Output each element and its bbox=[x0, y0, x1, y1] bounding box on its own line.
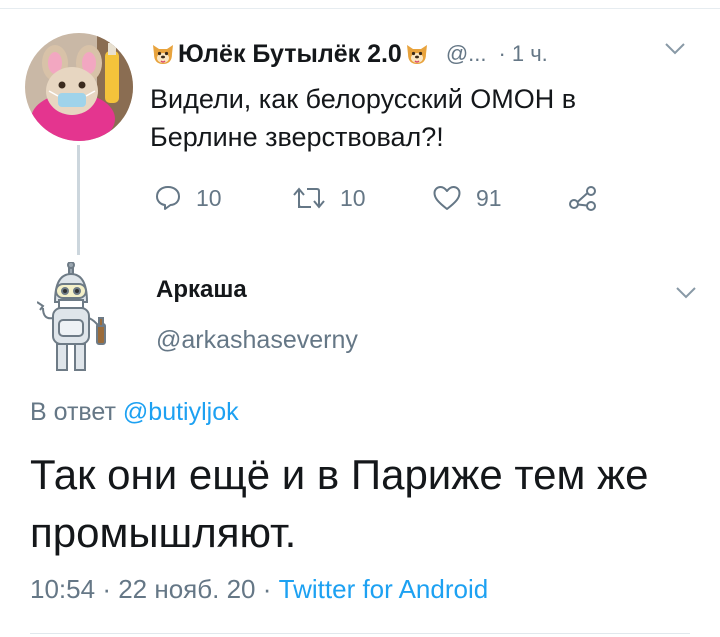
retweet-count: 10 bbox=[340, 184, 366, 211]
share-action[interactable] bbox=[568, 180, 612, 216]
reply-tweet-text: Так они ещё и в Париже тем же промышляют… bbox=[30, 451, 649, 556]
chevron-down-icon[interactable] bbox=[675, 286, 697, 300]
parent-author-name[interactable]: Юлёк Бутылёк 2.0 bbox=[178, 40, 402, 69]
like-count: 91 bbox=[476, 184, 502, 211]
reply-avatar[interactable] bbox=[36, 261, 117, 374]
reply-context: В ответ @butiyljok bbox=[30, 398, 239, 427]
heart-icon bbox=[433, 186, 461, 210]
parent-tweet-text: Видели, как белорусский ОМОН в Берлине з… bbox=[150, 84, 577, 152]
reply-mention-link[interactable]: @butiyljok bbox=[123, 398, 239, 426]
meta-dot: · bbox=[262, 574, 272, 604]
reply-author-handle[interactable]: @arkashaseverny bbox=[156, 326, 358, 355]
reply-date[interactable]: 22 нояб. 20 bbox=[118, 574, 255, 604]
like-action[interactable]: 91 bbox=[432, 180, 502, 216]
reply-icon bbox=[156, 186, 180, 210]
dog-face-emoji-icon bbox=[406, 45, 427, 64]
retweet-icon bbox=[293, 187, 325, 209]
chevron-down-icon[interactable] bbox=[664, 42, 686, 56]
meta-separator: · bbox=[498, 41, 506, 66]
reply-action[interactable]: 10 bbox=[154, 180, 222, 216]
parent-tweet-time[interactable]: 1 ч. bbox=[512, 41, 548, 67]
share-icon bbox=[569, 186, 596, 211]
meta-dot: · bbox=[102, 574, 111, 604]
dog-face-emoji-icon bbox=[153, 45, 173, 64]
reply-prefix: В ответ bbox=[30, 398, 116, 426]
client-link[interactable]: Twitter for Android bbox=[279, 574, 489, 604]
reply-tweet-meta: 10:54 · 22 нояб. 20 · Twitter for Androi… bbox=[30, 574, 488, 605]
top-divider bbox=[0, 8, 720, 9]
retweet-action[interactable]: 10 bbox=[292, 180, 366, 216]
parent-tweet-header: Юлёк Бутылёк 2.0 @... · 1 ч. bbox=[150, 36, 548, 72]
reply-author-name[interactable]: Аркаша bbox=[156, 276, 247, 304]
parent-avatar[interactable] bbox=[25, 33, 133, 141]
parent-author-handle[interactable]: @... bbox=[446, 41, 487, 67]
bottom-divider bbox=[30, 633, 690, 634]
reply-time[interactable]: 10:54 bbox=[30, 574, 95, 604]
reply-count: 10 bbox=[196, 184, 222, 211]
thread-connector-line bbox=[77, 145, 80, 255]
